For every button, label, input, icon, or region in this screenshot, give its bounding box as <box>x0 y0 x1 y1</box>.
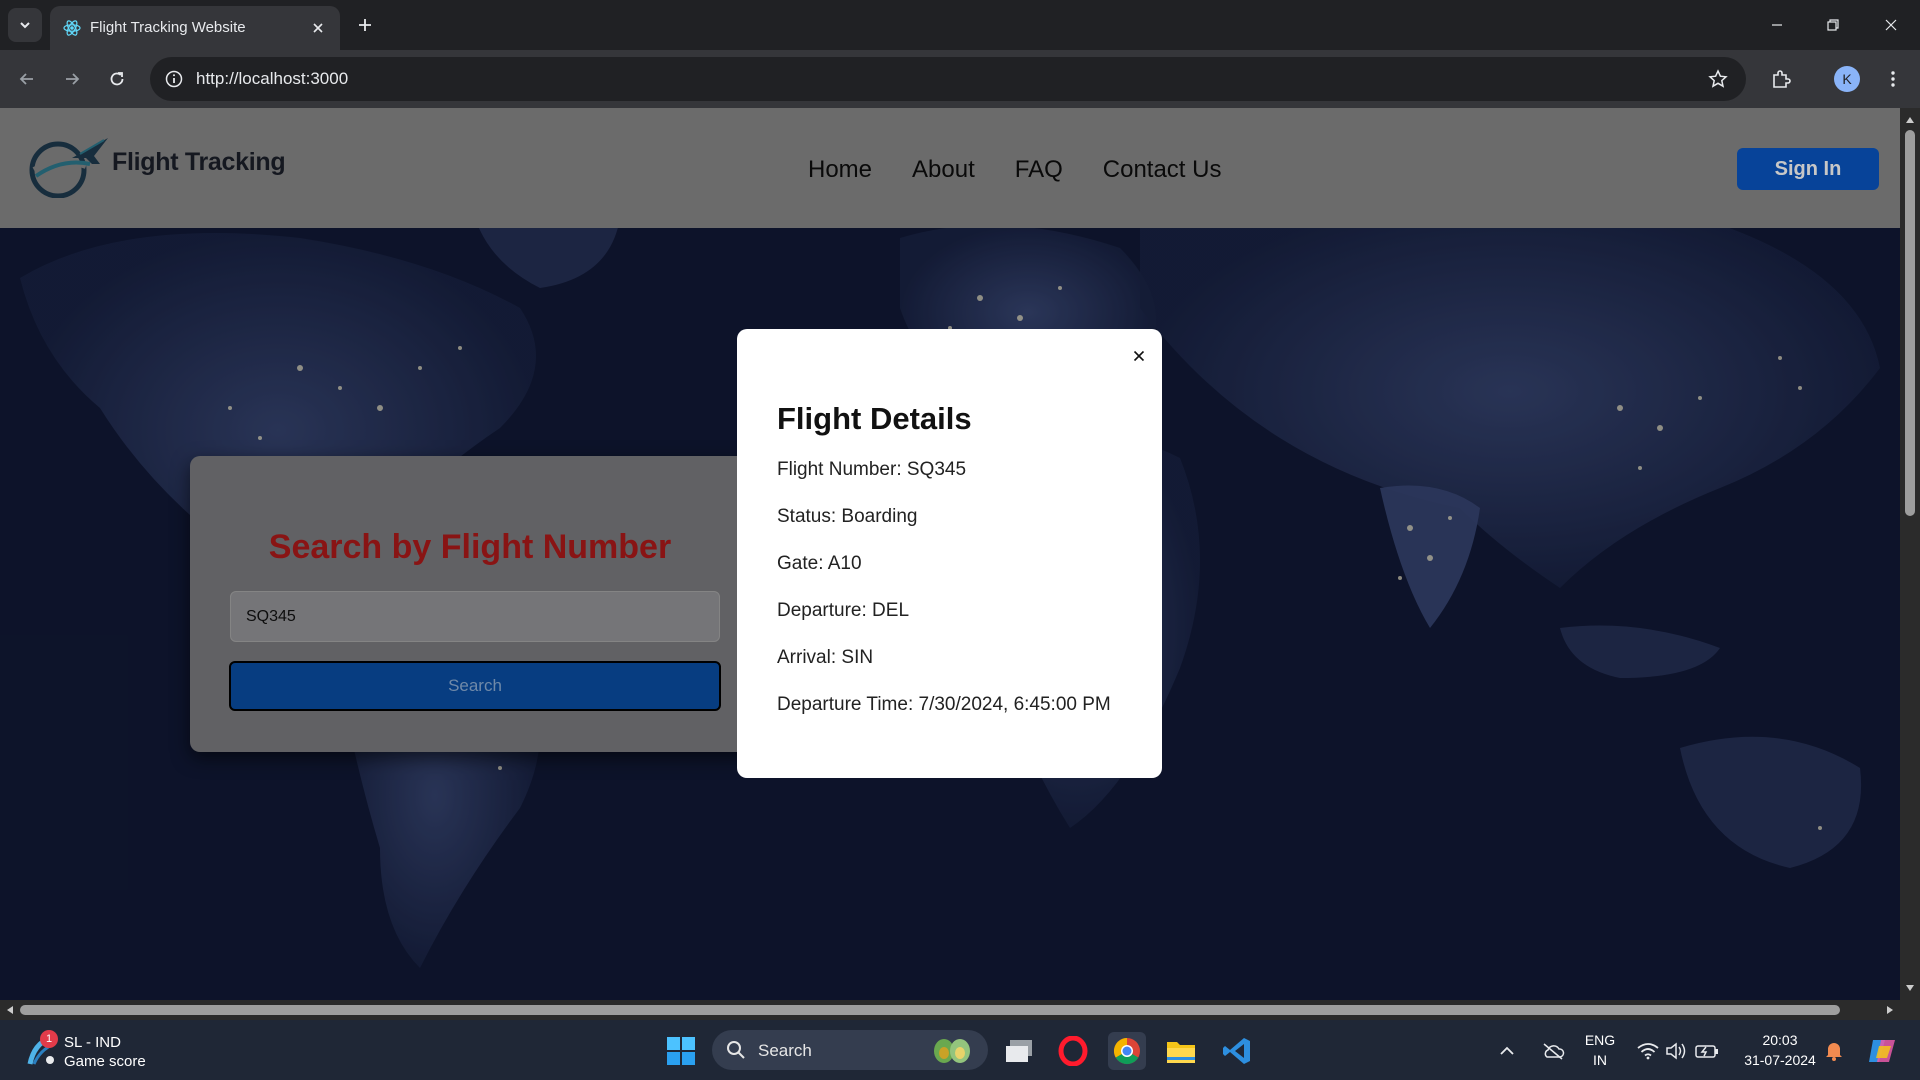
speaker-icon <box>1666 1042 1686 1060</box>
folder-icon <box>1167 1042 1195 1063</box>
caret-right-icon <box>1887 1006 1893 1014</box>
site-info-button[interactable] <box>160 65 188 93</box>
wifi-tray[interactable] <box>1634 1032 1662 1070</box>
restore-button[interactable] <box>1818 10 1848 40</box>
more-vertical-icon <box>1891 71 1895 87</box>
wifi-icon <box>1637 1043 1659 1060</box>
scroll-down-arrow[interactable] <box>1904 982 1916 994</box>
notifications-button[interactable] <box>1820 1032 1848 1070</box>
copilot-icon <box>1869 1040 1895 1062</box>
vertical-scroll-thumb[interactable] <box>1905 130 1915 516</box>
tab-search-button[interactable] <box>8 8 42 42</box>
star-icon <box>1708 69 1728 88</box>
browser-menu-button[interactable] <box>1878 64 1908 94</box>
page-viewport: Flight Tracking Home About FAQ Contact U… <box>0 108 1900 1000</box>
profile-avatar[interactable]: K <box>1834 66 1860 92</box>
browser-tab[interactable]: Flight Tracking Website <box>50 6 340 50</box>
avocado-icon <box>934 1039 970 1063</box>
scroll-left-arrow[interactable] <box>4 1004 16 1016</box>
search-icon <box>727 1041 745 1059</box>
taskbar-search-label: Search <box>758 1041 812 1060</box>
show-hidden-icons-button[interactable] <box>1494 1032 1520 1070</box>
file-explorer-app[interactable] <box>1162 1032 1200 1070</box>
detail-departure-time: Departure Time: 7/30/2024, 6:45:00 PM <box>777 694 1111 715</box>
minimize-button[interactable] <box>1762 10 1792 40</box>
close-icon <box>1133 350 1145 362</box>
volume-tray[interactable] <box>1662 1032 1690 1070</box>
cloud-off-icon <box>1543 1043 1565 1060</box>
input-region[interactable]: IN <box>1582 1052 1618 1068</box>
info-icon <box>165 70 183 88</box>
chrome-app[interactable] <box>1108 1032 1146 1070</box>
detail-gate: Gate: A10 <box>777 553 862 574</box>
url-text: http://localhost:3000 <box>196 69 349 88</box>
browser-toolbar: http://localhost:3000 K <box>0 50 1920 108</box>
horizontal-scroll-thumb[interactable] <box>20 1005 1840 1015</box>
puzzle-icon <box>1773 70 1791 88</box>
widget-score-subtitle: Game score <box>64 1053 146 1070</box>
reload-button[interactable] <box>102 64 132 94</box>
clock-time[interactable]: 20:03 <box>1728 1032 1832 1048</box>
caret-up-icon <box>1906 117 1914 123</box>
new-tab-button[interactable] <box>352 12 378 38</box>
forward-button[interactable] <box>57 64 87 94</box>
taskbar-search-box[interactable]: Search <box>712 1030 988 1070</box>
detail-status: Status: Boarding <box>777 506 918 527</box>
plus-icon <box>359 19 371 31</box>
bookmark-button[interactable] <box>1706 67 1730 91</box>
back-button[interactable] <box>12 64 42 94</box>
detail-departure: Departure: DEL <box>777 600 910 621</box>
battery-tray[interactable] <box>1692 1032 1722 1070</box>
input-language[interactable]: ENG <box>1582 1032 1618 1048</box>
tab-title: Flight Tracking Website <box>90 19 246 36</box>
scrollbar-corner <box>1900 1000 1920 1020</box>
minimize-icon <box>1772 24 1782 26</box>
task-view-icon <box>1006 1040 1032 1062</box>
react-icon <box>63 20 81 36</box>
chevron-down-icon <box>20 22 30 29</box>
chevron-up-icon <box>1500 1046 1514 1055</box>
tab-close-button[interactable] <box>308 18 328 38</box>
extensions-button[interactable] <box>1766 64 1796 94</box>
close-icon <box>1885 19 1897 31</box>
browser-tab-bar: Flight Tracking Website <box>0 0 1920 50</box>
chrome-icon <box>1113 1037 1140 1065</box>
close-icon <box>313 23 323 33</box>
start-button[interactable] <box>662 1032 700 1070</box>
opera-icon <box>1058 1036 1088 1066</box>
widget-score-title: SL - IND <box>64 1034 121 1051</box>
vscode-app[interactable] <box>1218 1032 1256 1070</box>
battery-charging-icon <box>1695 1045 1718 1058</box>
task-view-button[interactable] <box>1000 1032 1038 1070</box>
arrow-right-icon <box>66 73 80 85</box>
onedrive-tray[interactable] <box>1538 1032 1568 1070</box>
modal-title: Flight Details <box>777 401 972 436</box>
notification-badge: 1 <box>40 1030 58 1048</box>
horizontal-scrollbar[interactable] <box>0 1000 1900 1020</box>
clock-date[interactable]: 31-07-2024 <box>1728 1052 1832 1068</box>
bell-icon <box>1826 1043 1842 1061</box>
caret-left-icon <box>7 1006 13 1014</box>
caret-down-icon <box>1906 985 1914 991</box>
windows-taskbar: 1 SL - IND Game score Search ENG IN 20:0… <box>0 1020 1920 1080</box>
detail-flight-number: Flight Number: SQ345 <box>777 459 967 480</box>
sports-widget[interactable]: 1 SL - IND Game score <box>24 1030 204 1072</box>
address-bar[interactable]: http://localhost:3000 <box>150 57 1746 101</box>
scroll-up-arrow[interactable] <box>1904 114 1916 126</box>
copilot-button[interactable] <box>1862 1032 1902 1070</box>
close-window-button[interactable] <box>1876 10 1906 40</box>
flight-details-modal: Flight Details Flight Number: SQ345 Stat… <box>737 329 1162 778</box>
vertical-scrollbar[interactable] <box>1900 108 1920 1000</box>
opera-app[interactable] <box>1054 1032 1092 1070</box>
reload-icon <box>110 72 124 86</box>
arrow-left-icon <box>19 73 33 85</box>
vscode-icon <box>1223 1038 1250 1064</box>
windows-logo-icon <box>667 1037 695 1065</box>
detail-arrival: Arrival: SIN <box>777 647 874 668</box>
restore-icon <box>1827 19 1839 31</box>
modal-close-button[interactable] <box>1126 343 1152 369</box>
scroll-right-arrow[interactable] <box>1884 1004 1896 1016</box>
